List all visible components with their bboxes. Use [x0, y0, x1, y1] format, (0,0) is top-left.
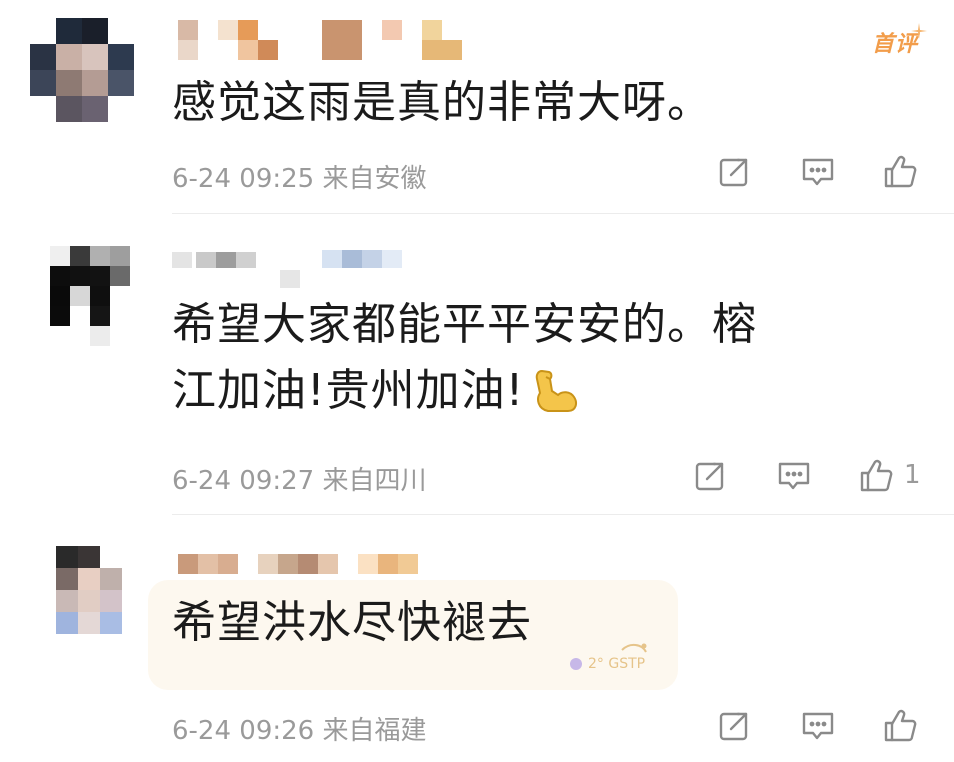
- reply-icon[interactable]: [798, 706, 838, 746]
- sticker-decoration-icon: 2° GSTP: [570, 643, 647, 672]
- comment-item: 希望洪水尽快褪去 2° GSTP 6-24 09:26 来自福建: [0, 0, 954, 762]
- comment-actions: [710, 706, 950, 746]
- svg-text:2° GSTP: 2° GSTP: [588, 656, 645, 672]
- like-icon[interactable]: [880, 706, 920, 746]
- share-icon[interactable]: [714, 706, 754, 746]
- avatar[interactable]: [30, 546, 134, 650]
- comment-meta: 6-24 09:26 来自福建: [172, 716, 427, 746]
- comment-text: 希望洪水尽快褪去: [172, 597, 532, 648]
